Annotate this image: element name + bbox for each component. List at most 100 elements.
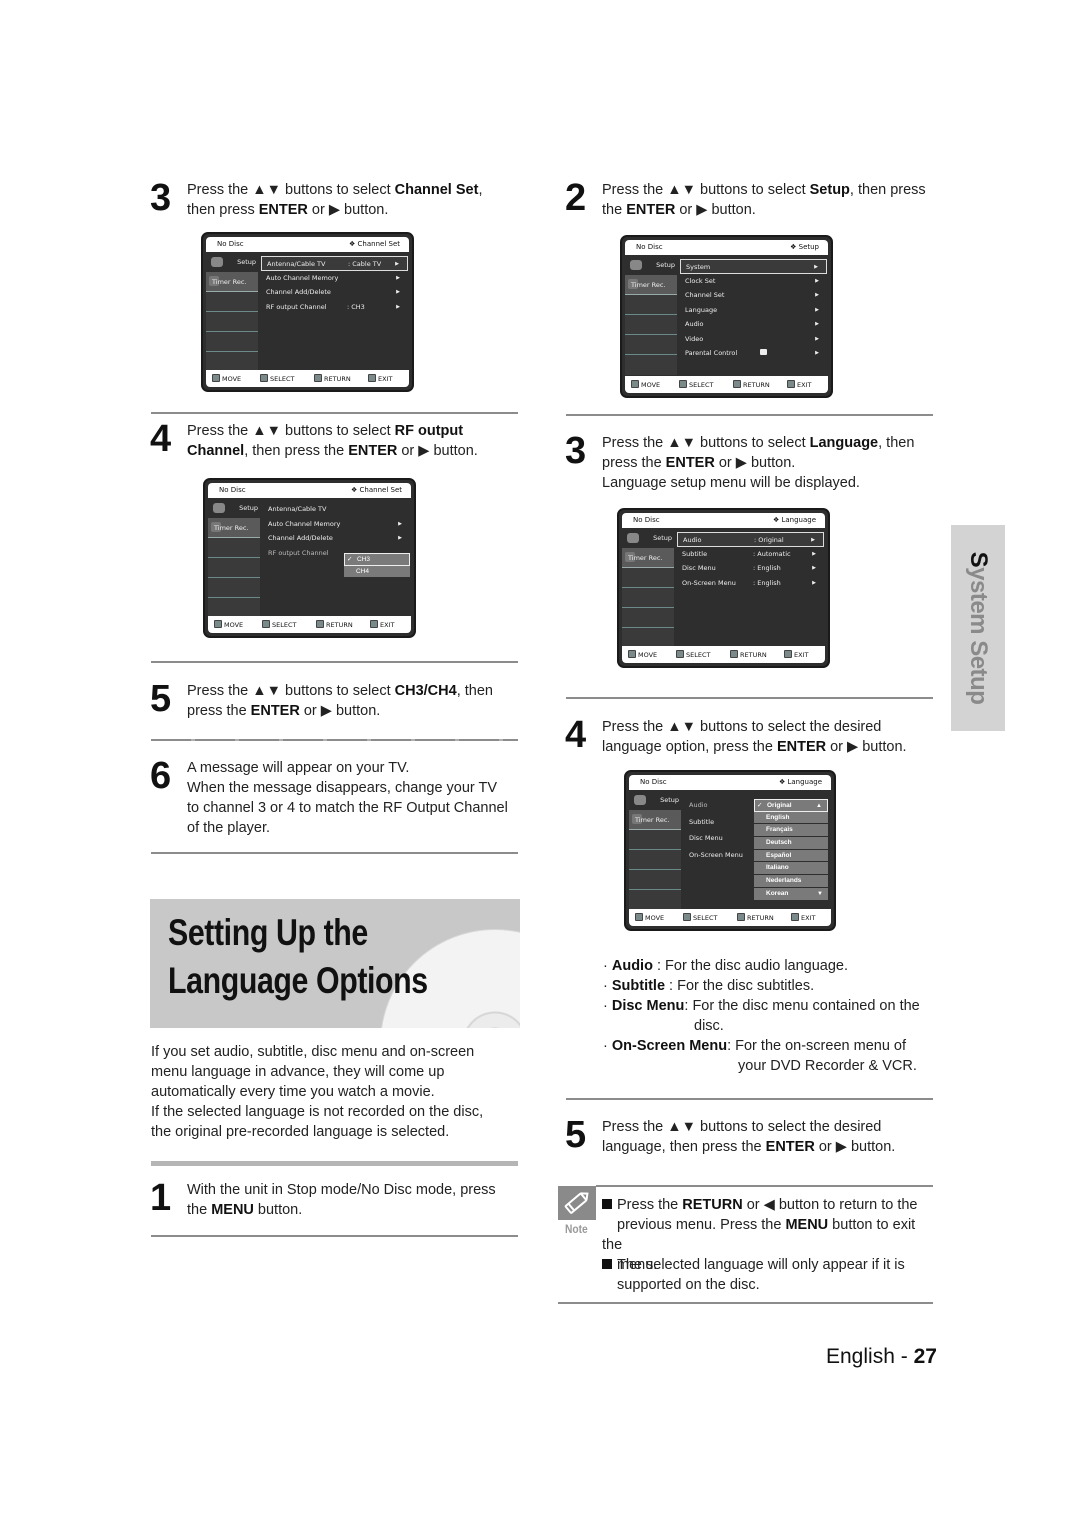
- disc-status: No Disc: [219, 486, 246, 494]
- option-label: CH4: [356, 567, 370, 575]
- divider: [151, 852, 518, 854]
- menu-item-disc-menu[interactable]: Disc Menu: [684, 831, 754, 848]
- menu-item-audio[interactable]: Audio: Original ▶: [677, 532, 824, 547]
- option-original[interactable]: ✓ Original ▲: [754, 799, 828, 812]
- intro-paragraph: If you set audio, subtitle, disc menu an…: [151, 1042, 521, 1142]
- bullet-disc-menu-cont: disc.: [694, 1016, 724, 1036]
- option-nederlands[interactable]: Nederlands: [754, 875, 828, 888]
- menu-item-on-screen-menu[interactable]: On-Screen Menu: English ▶: [677, 576, 824, 591]
- divider: [566, 414, 933, 416]
- divider: [151, 1161, 518, 1166]
- option-italiano[interactable]: Italiano: [754, 862, 828, 876]
- menu-item-auto-channel[interactable]: Auto Channel Memory ▶: [263, 517, 410, 532]
- menu-item-subtitle[interactable]: Subtitle: [684, 815, 754, 832]
- sidebar-item-setup[interactable]: Setup: [208, 500, 260, 518]
- sidebar-item-setup[interactable]: Setup: [206, 254, 258, 272]
- hint-label: EXIT: [794, 651, 809, 659]
- menu-item-channel-add-delete[interactable]: Channel Add/Delete ▶: [263, 531, 410, 546]
- menu-label: Subtitle: [689, 817, 715, 826]
- bullet-desc: For the on-screen menu of: [735, 1038, 907, 1054]
- scroll-down-icon[interactable]: ▼: [817, 888, 823, 900]
- menu-item-channel-add-delete[interactable]: Channel Add/Delete ▶: [261, 285, 408, 300]
- option-francais[interactable]: Français: [754, 824, 828, 838]
- bold-term: MENU: [211, 1202, 254, 1218]
- option-label: English: [766, 813, 790, 821]
- text: press the: [187, 703, 251, 719]
- arrow-right-icon: ▶: [398, 535, 402, 541]
- option-label: Korean: [766, 889, 789, 897]
- option-english[interactable]: English: [754, 811, 828, 825]
- step-instruction: Press the ▲▼ buttons to select Language,…: [602, 433, 914, 493]
- arrow-right-icon: ▶: [398, 520, 402, 527]
- menu-value: : CH3: [347, 302, 365, 311]
- step-instruction: With the unit in Stop mode/No Disc mode,…: [187, 1180, 496, 1220]
- arrow-right-icon: ▶: [815, 350, 819, 356]
- divider: [566, 1098, 933, 1100]
- hint-label: MOVE: [638, 651, 658, 659]
- menu-item-channel-set[interactable]: Channel Set ▶: [680, 288, 827, 303]
- sidebar-item-timer-rec[interactable]: Timer Rec.: [206, 272, 258, 292]
- menu-item-parental-control[interactable]: Parental Control ▶: [680, 346, 827, 361]
- osd-screen-language: No Disc ❖ Language Setup Timer Rec. Audi…: [617, 508, 830, 668]
- osd-screen-setup: No Disc ❖ Setup Setup Timer Rec. System ▶…: [620, 235, 833, 398]
- section-banner: Setting Up the Language Options: [150, 899, 520, 1028]
- pencil-icon: [558, 1186, 596, 1220]
- enter-icon: [676, 650, 684, 658]
- osd-screen-rf-output: No Disc ❖ Channel Set Setup Timer Rec. A…: [203, 478, 416, 638]
- sidebar-label: Setup: [656, 261, 675, 269]
- menu-item-auto-channel[interactable]: Auto Channel Memory ▶: [261, 271, 408, 286]
- move-hint: MOVE: [631, 380, 660, 389]
- step-5-ch3-ch4: 5 Press the ▲▼ buttons to select CH3/CH4…: [150, 679, 520, 725]
- menu-title: ❖ Channel Set: [351, 486, 402, 494]
- return-hint: RETURN: [316, 620, 353, 629]
- menu-item-antenna-cable[interactable]: Antenna/Cable TV: Cable TV ▶: [261, 256, 408, 271]
- sidebar-item-setup[interactable]: Setup: [622, 530, 674, 548]
- sidebar-item-timer-rec[interactable]: Timer Rec.: [629, 810, 681, 830]
- note-label: Note: [565, 1222, 588, 1236]
- sidebar-item-setup[interactable]: Setup: [629, 792, 681, 810]
- sidebar-item-timer-rec[interactable]: Timer Rec.: [622, 548, 674, 568]
- menu-item-audio[interactable]: Audio: [684, 798, 754, 815]
- sidebar-item-timer-rec[interactable]: Timer Rec.: [208, 518, 260, 538]
- sidebar-empty: [629, 830, 681, 850]
- text: , then press the: [244, 443, 349, 459]
- arrow-right-icon: ▶: [396, 303, 400, 310]
- text: the: [187, 1202, 212, 1218]
- menu-item-rf-output[interactable]: RF output Channel: CH3 ▶: [261, 300, 408, 315]
- arrow-right-icon: ▶: [815, 306, 819, 313]
- option-deutsch[interactable]: Deutsch: [754, 837, 828, 850]
- option-espanol[interactable]: Español: [754, 849, 828, 863]
- hint-label: MOVE: [645, 914, 665, 922]
- option-ch4[interactable]: CH4: [344, 565, 410, 579]
- menu-item-clock-set[interactable]: Clock Set ▶: [680, 274, 827, 289]
- menu-item-system[interactable]: System ▶: [680, 259, 827, 274]
- bold-term: ENTER: [250, 703, 300, 719]
- step-4-rf-output: 4 Press the ▲▼ buttons to select RF outp…: [150, 419, 520, 465]
- menu-item-disc-menu[interactable]: Disc Menu: English ▶: [677, 561, 824, 576]
- scroll-up-icon[interactable]: ▲: [816, 800, 822, 812]
- move-icon: [214, 620, 222, 628]
- text: :: [652, 958, 666, 974]
- option-korean[interactable]: Korean ▼: [754, 887, 828, 901]
- option-ch3[interactable]: ✓ CH3: [344, 553, 410, 566]
- bold-term: ENTER: [665, 455, 715, 471]
- menu-item-subtitle[interactable]: Subtitle: Automatic ▶: [677, 547, 824, 562]
- menu-item-on-screen-menu[interactable]: On-Screen Menu: [684, 848, 754, 865]
- sidebar-item-timer-rec[interactable]: Timer Rec.: [625, 275, 677, 295]
- menu-item-language[interactable]: Language ▶: [680, 303, 827, 318]
- bullet-term: Disc Menu: [611, 998, 685, 1014]
- menu-item-antenna-cable[interactable]: Antenna/Cable TV: [263, 502, 410, 517]
- language-options-popup: ✓ Original ▲ English Français Deutsch Espa…: [754, 799, 828, 901]
- osd-menu: System ▶ Clock Set ▶ Channel Set ▶ Language…: [680, 259, 827, 361]
- menu-label: Language: [685, 305, 718, 314]
- menu-item-video[interactable]: Video ▶: [680, 332, 827, 347]
- text: press the: [602, 455, 666, 471]
- menu-item-audio[interactable]: Audio ▶: [680, 317, 827, 332]
- return-icon: [314, 374, 322, 382]
- sidebar-item-setup[interactable]: Setup: [625, 257, 677, 275]
- divider: [566, 697, 933, 699]
- option-label: Français: [766, 826, 793, 834]
- hint-label: SELECT: [272, 621, 297, 629]
- hint-label: RETURN: [326, 621, 353, 629]
- enter-icon: [683, 913, 691, 921]
